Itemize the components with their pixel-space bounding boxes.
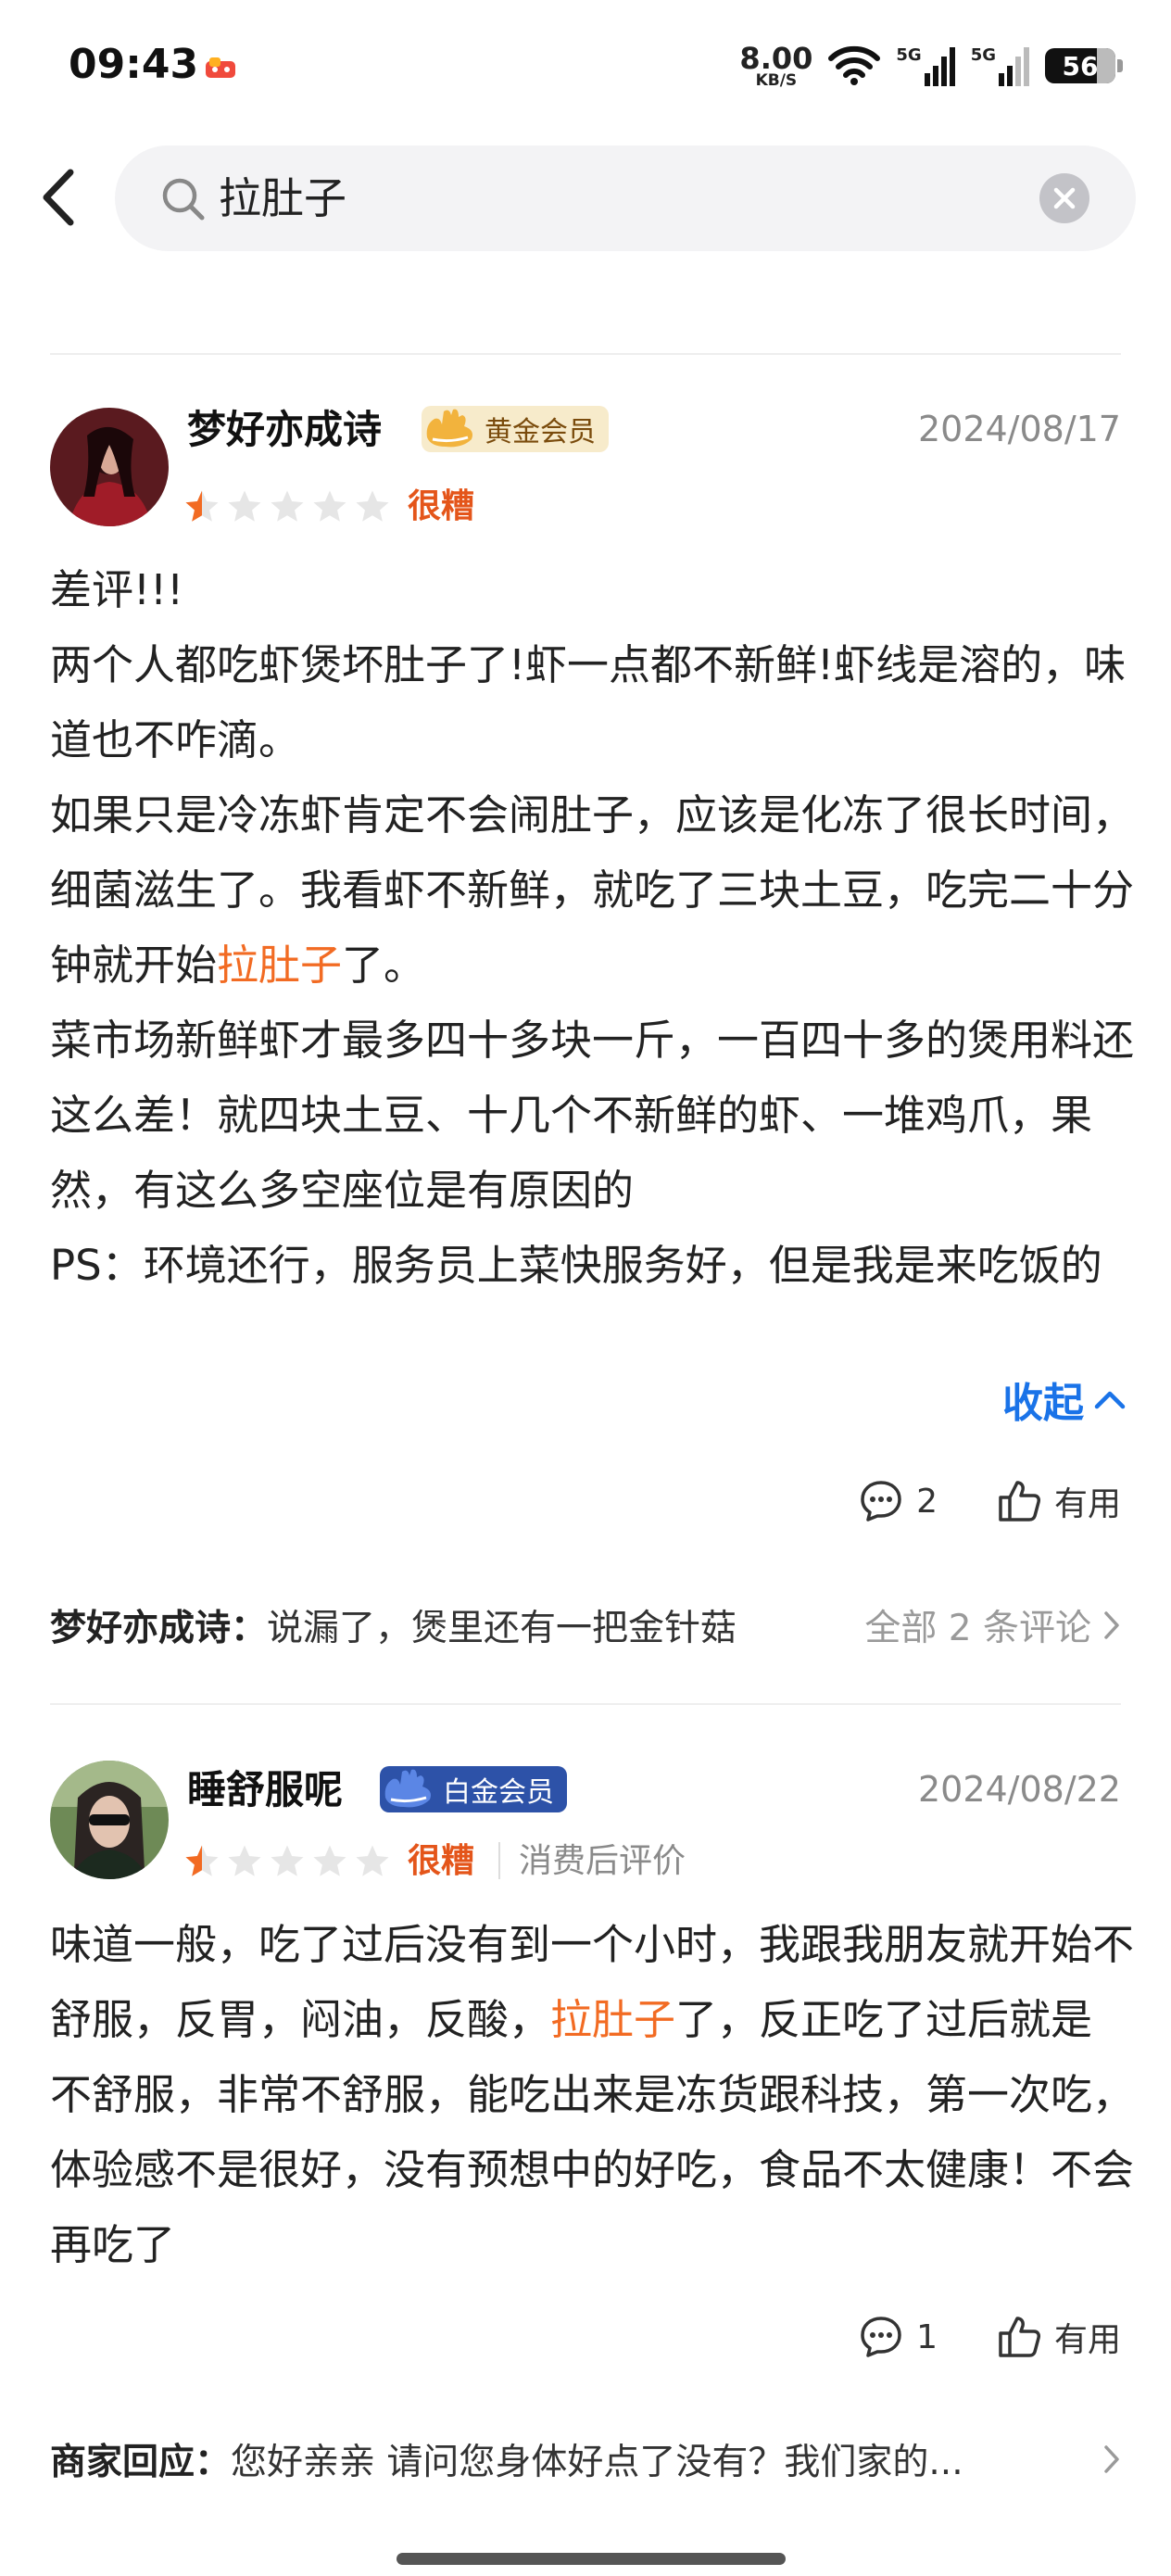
member-badge-gold: 黄金会员 — [422, 406, 609, 452]
reply-preview[interactable]: 梦好亦成诗： 说漏了，煲里还有一把金针菇 全部 2 条评论 — [50, 1599, 1121, 1651]
useful-button[interactable]: 有用 — [995, 2313, 1121, 2361]
battery-indicator: 56 — [1045, 48, 1123, 83]
reply-expand[interactable] — [1102, 2443, 1121, 2475]
avatar-image — [50, 1761, 169, 1879]
reply-text: 您好亲亲 请问您身体好点了没有？我们家的... — [231, 2442, 963, 2483]
gold-hand-icon — [426, 409, 472, 448]
thumbs-up-icon — [999, 1481, 1040, 1522]
chevron-right-icon — [1104, 2445, 1119, 2473]
review-date: 2024/08/22 — [917, 1769, 1121, 1810]
avatar[interactable] — [50, 408, 169, 526]
keyword-highlight: 拉肚子 — [217, 941, 343, 990]
reviewer-name[interactable]: 睡舒服呢 — [187, 1764, 343, 1816]
search-input[interactable]: 拉肚子 — [115, 145, 1136, 251]
wifi-icon — [828, 45, 881, 85]
close-icon — [1053, 187, 1076, 209]
review-body: 味道一般，吃了过后没有到一个小时，我跟我朋友就开始不舒服，反胃，闷油，反酸，拉肚… — [50, 1920, 1135, 2269]
collapse-button[interactable]: 收起 — [1002, 1370, 1127, 1429]
review-actions: 1 有用 — [857, 2313, 1121, 2361]
star-empty-icon — [271, 490, 304, 522]
star-rating — [183, 1842, 392, 1881]
divider — [50, 353, 1121, 355]
back-arrow-icon[interactable] — [33, 165, 89, 230]
star-half-icon — [185, 1845, 219, 1876]
review-actions: 2 有用 — [857, 1477, 1121, 1525]
home-indicator[interactable] — [397, 2553, 786, 2565]
star-empty-icon — [356, 490, 389, 522]
useful-button[interactable]: 有用 — [995, 1477, 1121, 1525]
signal-bars-icon — [999, 47, 1029, 86]
status-indicators: 8.00 KB/S 5G 5G 56 — [739, 40, 1123, 91]
search-icon — [162, 178, 205, 221]
net-speed: 8.00 KB/S — [739, 40, 813, 90]
comment-button[interactable]: 1 — [857, 2313, 938, 2361]
avatar[interactable] — [50, 1761, 169, 1879]
divider — [50, 1703, 1121, 1705]
review-date: 2024/08/17 — [917, 409, 1121, 449]
reply-author: 商家回应： — [50, 2442, 232, 2483]
reply-author: 梦好亦成诗： — [50, 1608, 268, 1649]
app-notification-icon — [206, 57, 235, 78]
all-comments-link[interactable]: 全部 2 条评论 — [864, 1599, 1121, 1651]
signal-5g-2: 5G — [971, 45, 1030, 86]
member-badge-platinum: 白金会员 — [380, 1766, 567, 1812]
signal-5g-1: 5G — [896, 45, 955, 86]
clear-search-button[interactable] — [1039, 173, 1089, 223]
rating-label: 很糟 — [408, 1842, 475, 1880]
status-time: 09:43 — [69, 41, 199, 88]
thumbs-up-icon — [999, 2317, 1040, 2357]
chevron-up-icon — [1094, 1391, 1126, 1409]
star-empty-icon — [313, 1845, 346, 1876]
comment-count: 2 — [916, 1482, 938, 1521]
star-empty-icon — [271, 1845, 304, 1876]
merchant-reply-preview[interactable]: 商家回应： 您好亲亲 请问您身体好点了没有？我们家的... — [50, 2433, 1121, 2485]
rating-label: 很糟 — [408, 487, 475, 525]
star-empty-icon — [228, 1845, 261, 1876]
star-empty-icon — [228, 490, 261, 522]
comment-bubble-icon — [861, 2317, 901, 2357]
comment-button[interactable]: 2 — [857, 1477, 938, 1525]
signal-bars-icon — [924, 47, 955, 86]
keyword-highlight: 拉肚子 — [550, 1995, 676, 2044]
reviewer-name[interactable]: 梦好亦成诗 — [187, 404, 382, 456]
star-half-icon — [185, 490, 219, 522]
comment-bubble-icon — [861, 1481, 901, 1522]
review-source: 消费后评价 — [519, 1842, 686, 1880]
platinum-hand-icon — [384, 1769, 431, 1808]
star-rating — [183, 487, 392, 526]
chevron-right-icon — [1104, 1611, 1119, 1639]
star-empty-icon — [356, 1845, 389, 1876]
avatar-image — [50, 408, 169, 526]
search-query: 拉肚子 — [219, 173, 346, 223]
star-empty-icon — [313, 490, 346, 522]
review-body: 差评!!! 两个人都吃虾煲坏肚子了!虾一点都不新鲜!虾线是溶的，味道也不咋滴。 … — [50, 565, 1135, 1290]
reply-text: 说漏了，煲里还有一把金针菇 — [267, 1608, 737, 1649]
comment-count: 1 — [916, 2317, 938, 2356]
separator — [498, 1842, 500, 1879]
